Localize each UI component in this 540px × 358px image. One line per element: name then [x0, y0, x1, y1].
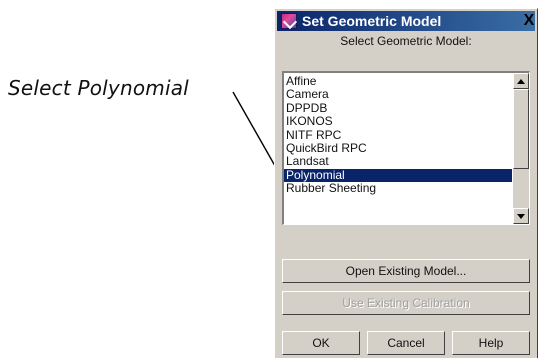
list-item[interactable]: NITF RPC [284, 128, 512, 142]
close-button[interactable]: X [519, 11, 539, 31]
cancel-button[interactable]: Cancel [367, 331, 445, 355]
list-item[interactable]: Affine [284, 74, 512, 88]
list-item[interactable]: Camera [284, 87, 512, 101]
list-item[interactable]: QuickBird RPC [284, 141, 512, 155]
dialog-subtitle: Select Geometric Model: [340, 34, 472, 48]
dialog-button-row: OK Cancel Help [282, 331, 530, 355]
list-item[interactable]: Polynomial [284, 168, 512, 183]
scroll-up-button[interactable] [513, 73, 529, 89]
title-bar[interactable]: Set Geometric Model X [277, 11, 535, 31]
geometric-model-list[interactable]: Affine Camera DPPDB IKONOS NITF RPC QuickBird… [282, 71, 530, 225]
callout-label: Select Polynomial [8, 76, 189, 100]
arrow-up-icon [517, 79, 525, 84]
help-button[interactable]: Help [452, 331, 530, 355]
dialog-title: Set Geometric Model [302, 13, 442, 29]
arrow-down-icon [517, 214, 525, 219]
list-item[interactable]: DPPDB [284, 101, 512, 115]
ok-button[interactable]: OK [282, 331, 360, 355]
scroll-thumb[interactable] [513, 89, 529, 169]
open-existing-model-button[interactable]: Open Existing Model... [282, 259, 530, 283]
app-icon [281, 13, 297, 29]
scroll-down-button[interactable] [513, 208, 529, 224]
list-item[interactable]: IKONOS [284, 114, 512, 128]
use-existing-calibration-button[interactable]: Use Existing Calibration [282, 291, 530, 315]
list-item[interactable]: Landsat [284, 154, 512, 168]
set-geometric-model-dialog: Set Geometric Model X Select Geometric M… [274, 8, 538, 358]
list-item[interactable]: Rubber Sheeting [284, 181, 512, 195]
list-scrollbar[interactable] [513, 73, 529, 224]
